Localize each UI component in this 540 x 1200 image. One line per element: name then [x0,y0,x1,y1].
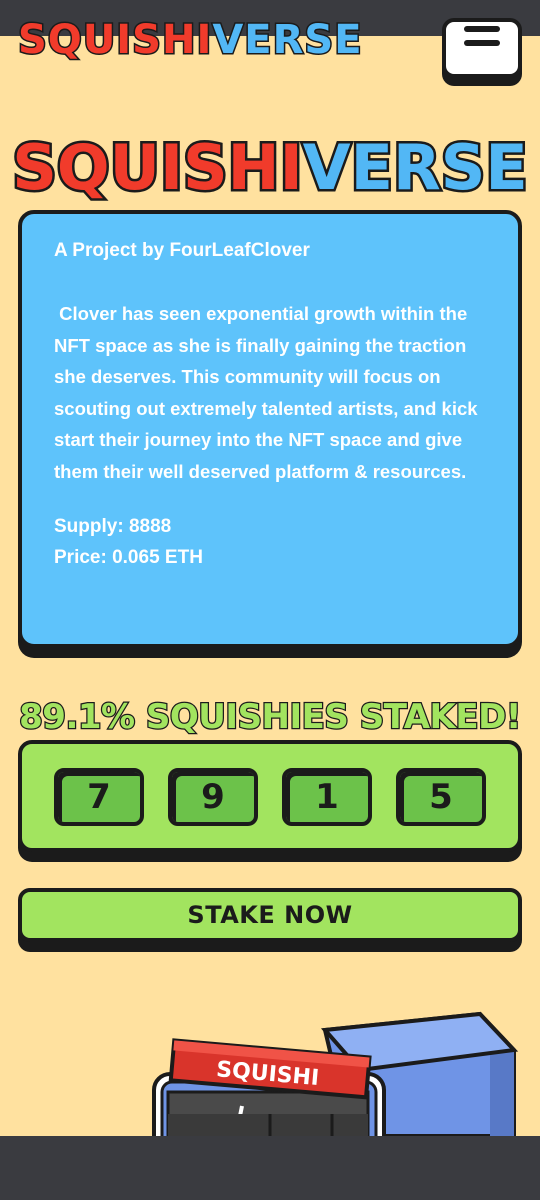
project-info-card: A Project by FourLeafClover Clover has s… [18,210,522,648]
staked-percentage-title: 89.1% SQUISHIES STAKED! [18,696,523,739]
counter-digit: 9 [168,768,258,826]
project-description: Clover has seen exponential growth withi… [54,303,483,482]
menu-button[interactable] [442,18,522,78]
counter-digit: 7 [54,768,144,826]
staked-counter-panel: 7 9 1 5 [18,740,522,852]
supply-text: Supply: 8888 [54,516,172,537]
system-navigation-bar [0,1136,540,1200]
header-logo-part2: VERSE [211,20,363,63]
header-logo[interactable]: SQUISHIVERSE [18,20,363,64]
hero-logo-part2: VERSE [300,129,530,207]
counter-digit: 5 [396,768,486,826]
staking-machine-illustration: SQUISHI [152,1011,519,1136]
hero-logo-part1: SQUISHI [10,129,305,207]
counter-digit: 1 [282,768,372,826]
price-text: Price: 0.065 ETH [54,547,203,568]
project-subtitle: A Project by FourLeafClover [54,240,310,261]
stake-now-button[interactable]: STAKE NOW [18,888,522,942]
header-logo-part1: SQUISHI [18,20,213,63]
project-stats: Supply: 8888 Price: 0.065 ETH [54,511,488,573]
hero-logo: SQUISHIVERSE [0,128,540,208]
hamburger-menu-icon [464,40,500,46]
